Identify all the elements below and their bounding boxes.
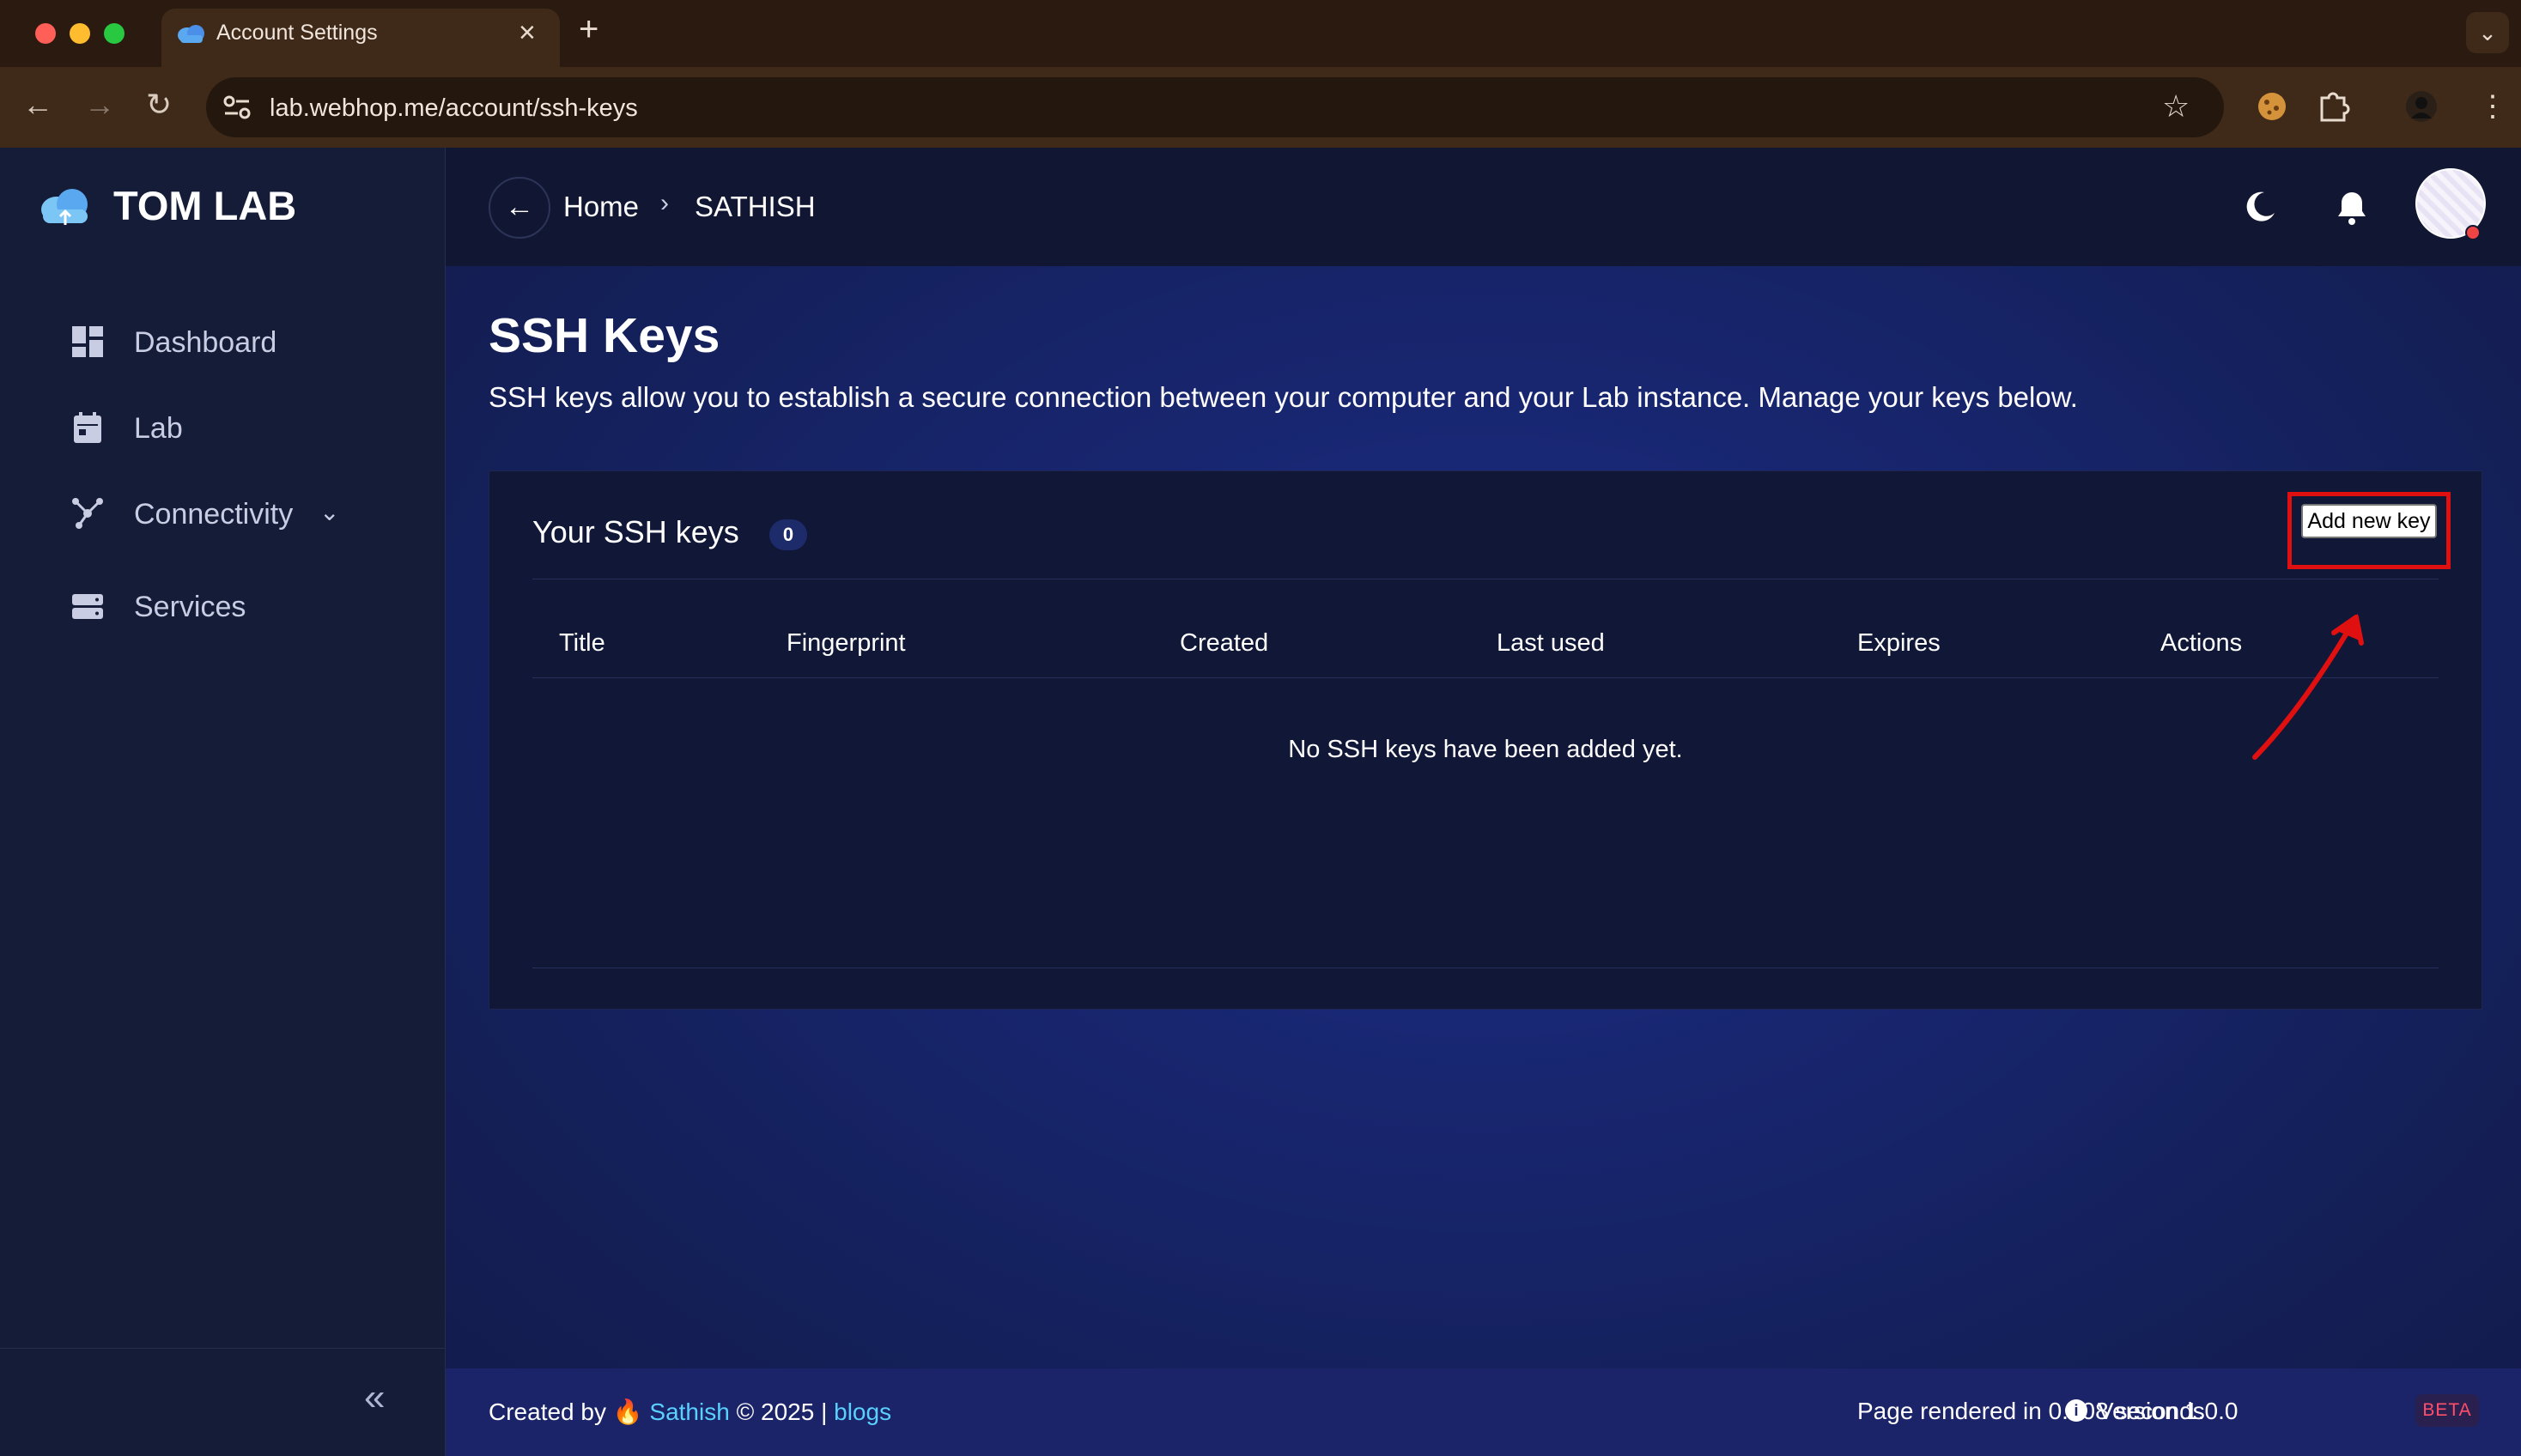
cookie-extension-icon[interactable] [2255, 89, 2289, 124]
sidebar-divider [0, 1348, 445, 1349]
address-bar[interactable]: lab.webhop.me/account/ssh-keys ☆ [206, 77, 2224, 137]
profile-avatar-icon[interactable] [2404, 89, 2439, 124]
reload-icon[interactable]: ↻ [146, 86, 172, 124]
main-content: ← Home › SATHISH SSH Keys SSH keys allow… [446, 148, 2521, 1456]
browser-tab-account-settings[interactable]: Account Settings × [161, 9, 560, 67]
column-header-title: Title [559, 629, 605, 657]
footer: Created by 🔥 Sathish © 2025 | blogs Page… [446, 1368, 2521, 1456]
calendar-icon [74, 412, 101, 443]
sidebar-item-label: Lab [134, 412, 183, 445]
cloud-logo-icon [41, 189, 88, 225]
back-nav-icon[interactable]: ← [22, 86, 53, 124]
bell-icon[interactable] [2335, 189, 2369, 227]
maximize-window-button[interactable] [104, 23, 125, 44]
new-tab-button[interactable]: + [579, 12, 598, 46]
created-by-text: Created by [489, 1398, 606, 1425]
brand-name[interactable]: TOM LAB [113, 182, 296, 229]
column-header-actions: Actions [2160, 629, 2243, 657]
card-title: Your SSH keys [532, 514, 739, 549]
bookmark-star-icon[interactable]: ☆ [2162, 89, 2190, 124]
browser-tab-bar: Account Settings × + ⌄ [0, 0, 2521, 67]
status-dot [2465, 225, 2481, 240]
sidebar-item-connectivity[interactable]: Connectivity ⌄ [70, 488, 414, 539]
column-header-fingerprint: Fingerprint [787, 629, 906, 657]
breadcrumb-separator-icon: › [660, 189, 669, 217]
breadcrumb-home[interactable]: Home [563, 191, 639, 223]
add-new-key-button[interactable]: Add new key [2301, 504, 2437, 538]
empty-state-message: No SSH keys have been added yet. [1288, 736, 1683, 763]
cloud-favicon-icon [178, 25, 204, 43]
sidebar: TOM LAB Dashboard Lab Connectivity ⌄ Ser… [0, 148, 446, 1456]
version-text: Version 1.0.0 [2098, 1398, 2239, 1424]
forward-nav-icon[interactable]: → [84, 86, 115, 124]
tab-close-icon[interactable]: × [519, 15, 536, 50]
page-description: SSH keys allow you to establish a secure… [489, 381, 2078, 413]
footer-credits: Created by 🔥 Sathish © 2025 | blogs [489, 1398, 891, 1426]
server-icon [72, 594, 103, 619]
sidebar-item-lab[interactable]: Lab [70, 402, 414, 453]
flame-icon: 🔥 [612, 1398, 643, 1425]
author-link[interactable]: Sathish [649, 1398, 729, 1425]
sidebar-item-services[interactable]: Services [70, 580, 414, 632]
column-header-created: Created [1180, 629, 1269, 657]
minimize-window-button[interactable] [70, 23, 90, 44]
site-settings-icon[interactable] [222, 93, 252, 122]
sidebar-item-label: Services [134, 591, 246, 623]
chevron-down-icon[interactable]: ⌄ [319, 498, 339, 526]
ssh-keys-card: Your SSH keys 0 Add new key Title Finger… [489, 470, 2482, 1010]
extensions-puzzle-icon[interactable] [2317, 88, 2351, 124]
breadcrumb-current: SATHISH [695, 191, 816, 222]
column-header-expires: Expires [1857, 629, 1941, 657]
browser-menu-icon[interactable]: ⋮ [2478, 89, 2507, 124]
back-button[interactable]: ← [489, 177, 550, 239]
blogs-link[interactable]: blogs [834, 1398, 891, 1425]
info-icon: i [2065, 1399, 2087, 1422]
tab-search-button[interactable]: ⌄ [2466, 12, 2509, 53]
close-window-button[interactable] [35, 23, 56, 44]
copyright-text: © 2025 | [736, 1398, 828, 1425]
network-icon [72, 498, 103, 529]
top-navbar: ← Home › SATHISH [446, 148, 2521, 266]
dashboard-icon [72, 326, 103, 357]
url-text: lab.webhop.me/account/ssh-keys [270, 94, 638, 122]
tab-title: Account Settings [216, 21, 378, 45]
browser-toolbar: ← → ↻ lab.webhop.me/account/ssh-keys ☆ ⋮ [0, 67, 2521, 148]
collapse-sidebar-icon[interactable]: « [364, 1379, 385, 1417]
sidebar-item-dashboard[interactable]: Dashboard [70, 316, 414, 367]
moon-icon[interactable] [2242, 189, 2278, 225]
sidebar-item-label: Dashboard [134, 326, 277, 359]
page-title: SSH Keys [489, 308, 720, 363]
table-header-divider [532, 677, 2439, 678]
count-badge: 0 [769, 519, 807, 550]
column-header-last-used: Last used [1497, 629, 1605, 657]
annotation-arrow-icon [2252, 614, 2364, 760]
beta-badge: BETA [2415, 1394, 2479, 1427]
sidebar-item-label: Connectivity [134, 498, 294, 531]
